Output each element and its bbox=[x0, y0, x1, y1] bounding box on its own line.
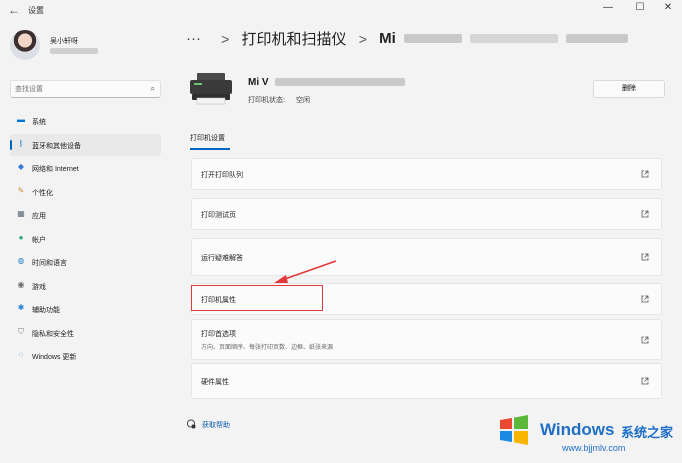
apps-icon: ▦ bbox=[17, 209, 25, 218]
watermark-brand: Windows bbox=[540, 420, 615, 439]
sidebar-item-label: 网络和 Internet bbox=[32, 166, 79, 173]
breadcrumb-overflow[interactable]: ··· bbox=[186, 30, 201, 47]
wifi-icon: ◆ bbox=[17, 162, 25, 171]
printer-status-value: 空闲 bbox=[296, 97, 310, 104]
external-link-icon bbox=[641, 336, 649, 344]
settings-card[interactable]: 运行疑难解答 bbox=[191, 238, 662, 276]
sidebar-item-label: 帐户 bbox=[32, 236, 46, 244]
sidebar-item[interactable]: ◌ Windows 更新 bbox=[10, 345, 161, 367]
user-name: 吴小轩呀 bbox=[50, 38, 78, 45]
settings-search[interactable]: ⌕ bbox=[10, 80, 161, 98]
settings-card-title: 硬件属性 bbox=[201, 379, 229, 386]
external-link-icon bbox=[641, 210, 649, 218]
accessibility-icon: ✱ bbox=[17, 303, 25, 312]
settings-card[interactable]: 硬件属性 bbox=[191, 363, 662, 399]
sidebar-item-label: 游戏 bbox=[32, 283, 46, 291]
get-help-label[interactable]: 获取帮助 bbox=[202, 420, 230, 430]
bluetooth-icon: ᛒ bbox=[18, 138, 24, 148]
breadcrumb: ··· > 打印机和扫描仪 > Mi bbox=[186, 28, 629, 52]
sidebar-nav: ▬ 系统 ᛒ 蓝牙和其他设备 ◆ 网络和 Internet ✎ 个性化 ▦ 应用 ● 帐户 ◍ 时间和语言… bbox=[10, 110, 161, 369]
brush-icon: ✎ bbox=[17, 185, 25, 195]
sidebar-item-label: 蓝牙和其他设备 bbox=[32, 142, 81, 150]
avatar[interactable] bbox=[10, 30, 40, 60]
redacted-text bbox=[566, 34, 629, 43]
watermark-url: www.bjjmlv.com bbox=[562, 443, 626, 453]
printer-icon bbox=[190, 73, 232, 105]
search-icon[interactable]: ⌕ bbox=[151, 84, 155, 94]
redacted-text bbox=[275, 78, 406, 87]
settings-card-title: 打印首选项 bbox=[201, 331, 236, 338]
sidebar-item[interactable]: ✱ 辅助功能 bbox=[10, 298, 161, 320]
globe-icon: ◍ bbox=[17, 256, 25, 265]
sidebar-item[interactable]: ▬ 系统 bbox=[10, 110, 161, 132]
redacted-text bbox=[403, 34, 462, 43]
settings-card-title: 打印测试页 bbox=[201, 212, 236, 219]
sidebar-item[interactable]: ◍ 时间和语言 bbox=[10, 251, 161, 273]
breadcrumb-separator: > bbox=[358, 30, 367, 47]
settings-card[interactable]: 打开打印队列 bbox=[191, 158, 662, 190]
sidebar-item-label: 系统 bbox=[32, 119, 46, 126]
delete-printer-button[interactable]: 删除 bbox=[593, 80, 665, 98]
update-icon: ◌ bbox=[18, 350, 24, 359]
user-email-redacted bbox=[50, 48, 98, 54]
maximize-button[interactable]: ☐ bbox=[628, 2, 652, 18]
sidebar-item[interactable]: ⛉ 隐私和安全性 bbox=[10, 322, 161, 344]
settings-card-title: 打印机属性 bbox=[201, 297, 236, 304]
redacted-text bbox=[470, 34, 559, 43]
sidebar-item-label: 辅助功能 bbox=[32, 307, 60, 314]
external-link-icon bbox=[641, 170, 649, 178]
settings-card[interactable]: 打印机属性 bbox=[191, 283, 662, 315]
sidebar-item-label: Windows 更新 bbox=[32, 354, 77, 361]
shield-icon: ⛉ bbox=[18, 326, 24, 336]
sidebar-item[interactable]: ᛒ 蓝牙和其他设备 bbox=[10, 133, 161, 156]
sidebar-item[interactable]: ● 帐户 bbox=[10, 228, 161, 250]
sidebar-item-label: 应用 bbox=[32, 213, 46, 220]
sidebar-item[interactable]: ✎ 个性化 bbox=[10, 181, 161, 203]
title-bar: ← 设置 — ☐ ✕ bbox=[0, 0, 682, 22]
watermark-site-name: 系统之家 bbox=[621, 425, 674, 440]
sidebar-item[interactable]: ▦ 应用 bbox=[10, 204, 161, 226]
breadcrumb-printers-scanners[interactable]: 打印机和扫描仪 bbox=[242, 28, 347, 49]
external-link-icon bbox=[641, 377, 649, 385]
sidebar-item-label: 时间和语言 bbox=[32, 260, 67, 267]
sidebar-item-label: 个性化 bbox=[32, 189, 53, 197]
back-arrow-icon[interactable]: ← bbox=[8, 3, 20, 17]
minimize-button[interactable]: — bbox=[596, 2, 620, 18]
settings-card-title: 运行疑难解答 bbox=[201, 255, 243, 262]
search-input[interactable] bbox=[15, 83, 141, 95]
window-title: 设置 bbox=[28, 6, 44, 15]
help-chat-icon bbox=[186, 419, 196, 429]
tab-underline bbox=[190, 148, 230, 150]
settings-card-title: 打开打印队列 bbox=[201, 172, 243, 179]
monitor-icon: ▬ bbox=[17, 115, 25, 124]
person-icon: ● bbox=[18, 232, 24, 242]
breadcrumb-current-printer: Mi bbox=[379, 30, 396, 47]
sidebar-item[interactable]: ◉ 游戏 bbox=[10, 275, 161, 297]
settings-card[interactable]: 打印首选项方向、页面顺序、每张打印页数、边框、纸张来源 bbox=[191, 319, 662, 360]
breadcrumb-separator: > bbox=[221, 30, 230, 47]
settings-card[interactable]: 打印测试页 bbox=[191, 198, 662, 230]
tab-printer-settings[interactable]: 打印机设置 bbox=[190, 133, 225, 143]
printer-name: Mi V bbox=[248, 77, 406, 88]
game-icon: ◉ bbox=[17, 279, 25, 289]
close-button[interactable]: ✕ bbox=[656, 2, 680, 18]
windows-logo-icon bbox=[500, 415, 528, 445]
site-watermark: Windows 系统之家 www.bjjmlv.com bbox=[490, 408, 678, 460]
external-link-icon bbox=[641, 253, 649, 261]
external-link-icon bbox=[641, 295, 649, 303]
sidebar-item-label: 隐私和安全性 bbox=[32, 330, 74, 338]
sidebar-item[interactable]: ◆ 网络和 Internet bbox=[10, 157, 161, 179]
settings-card-subtitle: 方向、页面顺序、每张打印页数、边框、纸张来源 bbox=[201, 345, 334, 351]
printer-status-label: 打印机状态: bbox=[248, 97, 285, 104]
